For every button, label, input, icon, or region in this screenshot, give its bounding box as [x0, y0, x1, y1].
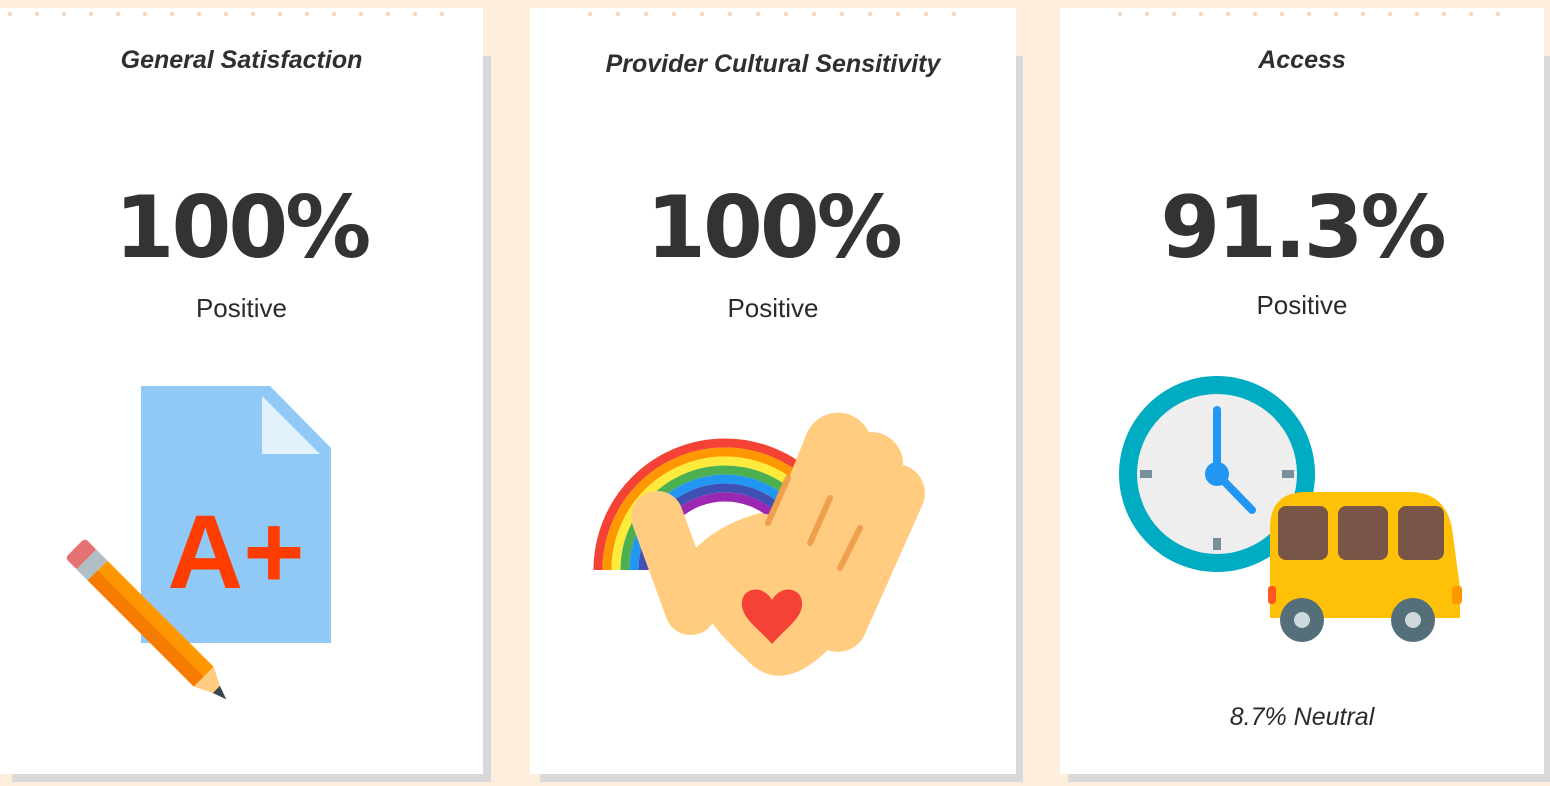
- card-body: Access 91.3% Positive 8.7% Neutral: [1060, 8, 1544, 774]
- card-general-satisfaction: General Satisfaction 100% Positive A+: [0, 8, 495, 786]
- clock-bus-icon: [1119, 376, 1462, 642]
- card-body: Provider Cultural Sensitivity 100% Posit…: [530, 8, 1016, 774]
- card-access: Access 91.3% Positive 8.7% Neutral: [1060, 8, 1550, 786]
- neutral-note: 8.7% Neutral: [1229, 703, 1375, 731]
- rainbow-hand-heart-icon: [593, 412, 925, 676]
- a-plus-grade-paper-icon: A+: [66, 386, 331, 700]
- grade-text: A+: [167, 494, 304, 611]
- card-body: General Satisfaction 100% Positive A+: [0, 8, 483, 774]
- card-provider-cultural-sensitivity: Provider Cultural Sensitivity 100% Posit…: [530, 8, 1025, 786]
